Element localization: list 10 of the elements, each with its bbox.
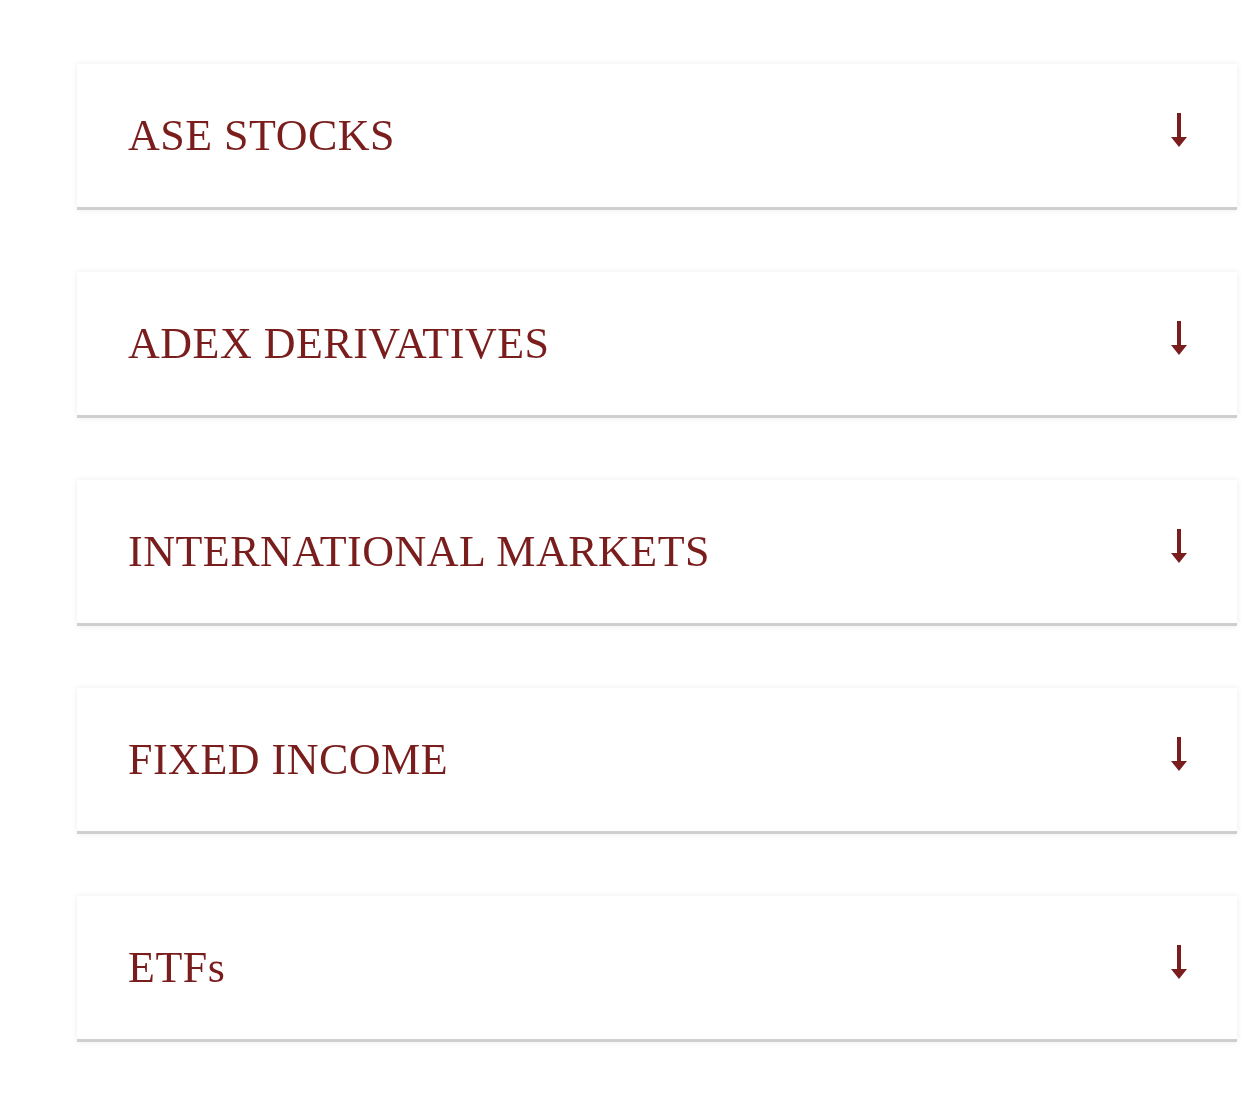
accordion-header[interactable]: ADEX DERIVATIVES — [77, 272, 1237, 418]
accordion-title: ADEX DERIVATIVES — [128, 321, 550, 366]
accordion-title: FIXED INCOME — [128, 737, 449, 782]
accordion-header[interactable]: FIXED INCOME — [77, 688, 1237, 834]
accordion-header[interactable]: ASE STOCKS — [77, 64, 1237, 210]
accordion-header[interactable]: ETFs — [77, 896, 1237, 1042]
accordion-title: ASE STOCKS — [128, 113, 396, 158]
accordion-title: ETFs — [128, 945, 226, 990]
accordion-header[interactable]: INTERNATIONAL MARKETS — [77, 480, 1237, 626]
accordion-title: INTERNATIONAL MARKETS — [128, 529, 711, 574]
